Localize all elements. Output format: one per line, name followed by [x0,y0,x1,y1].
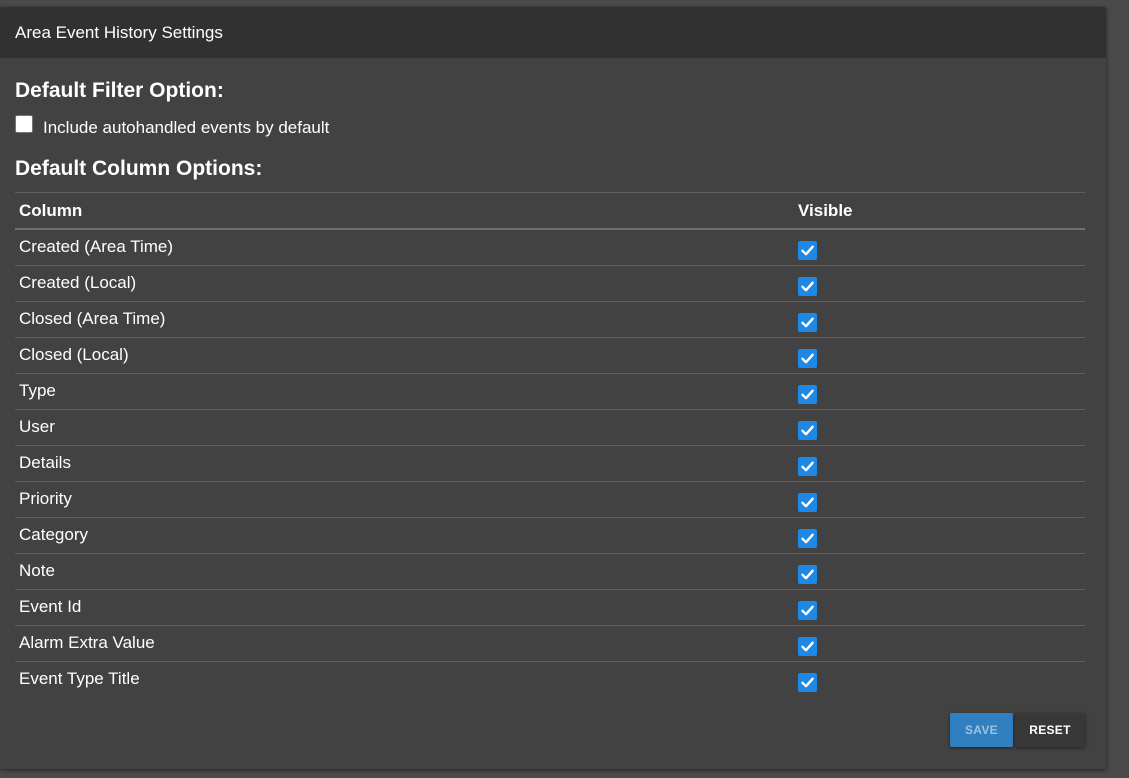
table-row: Note [15,554,1085,590]
check-icon [801,677,814,688]
column-name: Event Type Title [19,669,140,688]
visible-checkbox[interactable] [798,313,817,332]
visible-checkbox[interactable] [798,673,817,692]
check-icon [801,425,814,436]
panel-header: Area Event History Settings [0,7,1106,58]
save-button[interactable]: SAVE [950,713,1013,747]
filter-section-title: Default Filter Option: [15,79,224,102]
visible-checkbox[interactable] [798,241,817,260]
table-row: Closed (Local) [15,338,1085,374]
column-name: Alarm Extra Value [19,633,155,652]
table-row: Priority [15,482,1085,518]
column-name: Created (Area Time) [19,237,173,256]
column-name: Note [19,561,55,580]
header-column: Column [19,200,83,220]
column-name: Type [19,381,56,400]
check-icon [801,497,814,508]
check-icon [801,569,814,580]
table-row: Created (Local) [15,266,1085,302]
table-row: Type [15,374,1085,410]
table-row: Event Id [15,590,1085,626]
column-name: Priority [19,489,72,508]
check-icon [801,641,814,652]
check-icon [801,317,814,328]
visible-checkbox[interactable] [798,565,817,584]
table-row: User [15,410,1085,446]
column-name: Event Id [19,597,82,616]
visible-checkbox[interactable] [798,493,817,512]
column-name: User [19,417,55,436]
visible-checkbox[interactable] [798,277,817,296]
table-row: Alarm Extra Value [15,626,1085,662]
visible-checkbox[interactable] [798,637,817,656]
check-icon [801,245,814,256]
table-body: Created (Area Time) Created (Local) Closed… [15,230,1085,697]
columns-section-title: Default Column Options: [15,157,263,180]
visible-checkbox[interactable] [798,601,817,620]
table-row: Closed (Area Time) [15,302,1085,338]
settings-panel: Area Event History Settings Default Filt… [0,7,1106,769]
check-icon [801,533,814,544]
table-header: Column Visible [15,193,1085,230]
visible-checkbox[interactable] [798,529,817,548]
visible-checkbox[interactable] [798,421,817,440]
column-options-table: Column Visible Created (Area Time) Create… [15,192,1085,697]
column-name: Closed (Local) [19,345,129,364]
column-name: Created (Local) [19,273,137,292]
visible-checkbox[interactable] [798,349,817,368]
check-icon [801,461,814,472]
autohandled-option: Include autohandled events by default [15,112,330,137]
check-icon [801,389,814,400]
column-name: Category [19,525,88,544]
column-name: Details [19,453,71,472]
table-row: Created (Area Time) [15,230,1085,266]
autohandled-label: Include autohandled events by default [43,118,330,137]
autohandled-checkbox[interactable] [15,115,33,133]
panel-title: Area Event History Settings [15,23,223,42]
table-row: Category [15,518,1085,554]
table-row: Details [15,446,1085,482]
reset-button[interactable]: RESET [1015,713,1085,747]
check-icon [801,605,814,616]
table-row: Event Type Title [15,662,1085,697]
visible-checkbox[interactable] [798,457,817,476]
check-icon [801,353,814,364]
header-visible: Visible [798,200,853,220]
column-name: Closed (Area Time) [19,309,166,328]
check-icon [801,281,814,292]
visible-checkbox[interactable] [798,385,817,404]
